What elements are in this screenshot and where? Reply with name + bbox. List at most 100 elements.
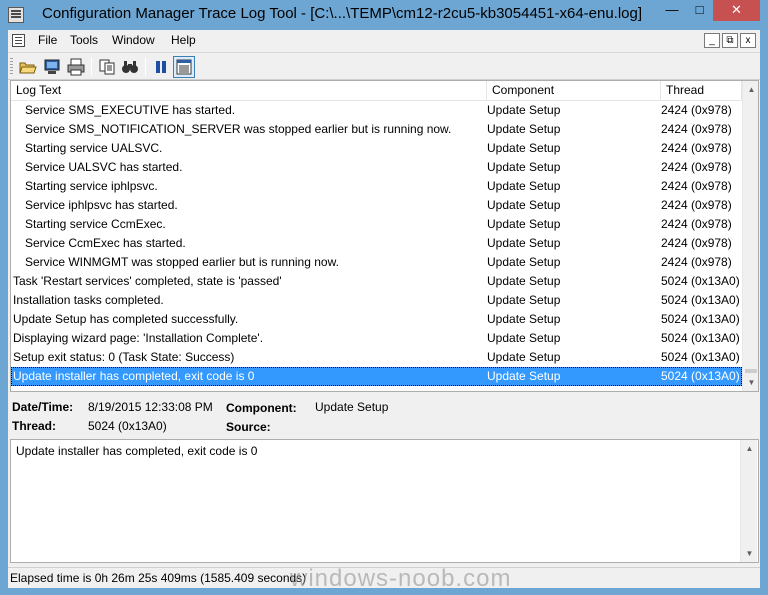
log-rows: Service SMS_EXECUTIVE has started. Update… <box>11 101 742 386</box>
source-label: Source: <box>226 420 271 434</box>
log-row-thread: 5024 (0x13A0) <box>661 293 740 307</box>
log-grid[interactable]: Log Text Component Thread Service SMS_EX… <box>10 80 759 392</box>
log-row[interactable]: Service CcmExec has started. Update Setup… <box>11 234 742 253</box>
highlight-button[interactable] <box>173 56 195 78</box>
log-row-thread: 2424 (0x978) <box>661 122 732 136</box>
log-row-component: Update Setup <box>487 369 561 383</box>
datetime-value: 8/19/2015 12:33:08 PM <box>88 400 213 414</box>
title-bar[interactable]: Configuration Manager Trace Log Tool - [… <box>0 0 768 30</box>
column-header-component[interactable]: Component <box>487 81 661 101</box>
log-row-component: Update Setup <box>487 122 561 136</box>
open-button[interactable] <box>17 56 39 78</box>
menu-window[interactable]: Window <box>112 33 155 47</box>
log-row[interactable]: Displaying wizard page: 'Installation Co… <box>11 329 742 348</box>
log-row[interactable]: Service iphlpsvc has started. Update Setu… <box>11 196 742 215</box>
log-row-thread: 2424 (0x978) <box>661 198 732 212</box>
log-row-thread: 2424 (0x978) <box>661 141 732 155</box>
message-scroll-down-button[interactable]: ▼ <box>741 545 758 562</box>
log-row[interactable]: Task 'Restart services' completed, state… <box>11 272 742 291</box>
log-row-thread: 5024 (0x13A0) <box>661 331 740 345</box>
log-row[interactable]: Starting service CcmExec. Update Setup 242… <box>11 215 742 234</box>
log-row-thread: 5024 (0x13A0) <box>661 369 740 383</box>
menu-window-label: Window <box>112 33 155 47</box>
scroll-thumb[interactable] <box>745 369 757 373</box>
log-row-text: Service iphlpsvc has started. <box>25 198 178 212</box>
maximize-button[interactable]: □ <box>686 0 713 21</box>
window-frame: Configuration Manager Trace Log Tool - [… <box>0 0 768 595</box>
log-row[interactable]: Service SMS_NOTIFICATION_SERVER was stop… <box>11 120 742 139</box>
close-button[interactable]: ✕ <box>713 0 760 21</box>
log-header: Log Text Component Thread <box>11 81 742 101</box>
open-remote-button[interactable] <box>41 56 63 78</box>
find-icon <box>122 61 138 73</box>
column-header-log-text[interactable]: Log Text <box>11 81 487 101</box>
thread-label: Thread: <box>12 419 57 433</box>
log-row-component: Update Setup <box>487 255 561 269</box>
mdi-restore-button[interactable]: ⧉ <box>722 33 738 48</box>
message-text: Update installer has completed, exit cod… <box>16 444 258 458</box>
toolbar-separator <box>91 58 92 76</box>
log-row-component: Update Setup <box>487 312 561 326</box>
log-row-component: Update Setup <box>487 160 561 174</box>
toolbar-separator <box>145 58 146 76</box>
log-row-thread: 2424 (0x978) <box>661 160 732 174</box>
log-row-component: Update Setup <box>487 179 561 193</box>
log-row[interactable]: Service WINMGMT was stopped earlier but … <box>11 253 742 272</box>
message-box[interactable]: Update installer has completed, exit cod… <box>10 439 759 563</box>
pause-button[interactable] <box>150 56 172 78</box>
watermark: windows-noob.com <box>290 565 512 592</box>
datetime-label: Date/Time: <box>12 400 74 414</box>
log-row[interactable]: Service UALSVC has started. Update Setup 2… <box>11 158 742 177</box>
menu-tools-label: Tools <box>70 33 99 47</box>
scroll-up-button[interactable]: ▲ <box>743 81 758 98</box>
mdi-close-button[interactable]: x <box>740 33 756 48</box>
log-row-component: Update Setup <box>487 198 561 212</box>
menu-tools[interactable]: Tools <box>70 33 98 47</box>
log-row[interactable]: Update Setup has completed successfully.… <box>11 310 742 329</box>
scroll-down-button[interactable]: ▼ <box>743 374 758 391</box>
menu-file-label: File <box>38 33 58 47</box>
highlight-icon <box>176 59 192 75</box>
log-row-thread: 5024 (0x13A0) <box>661 350 740 364</box>
log-row-component: Update Setup <box>487 274 561 288</box>
log-scrollbar[interactable]: ▲ ▼ <box>742 81 758 391</box>
log-row-component: Update Setup <box>487 217 561 231</box>
message-scrollbar[interactable]: ▲ ▼ <box>740 440 757 562</box>
log-row-thread: 2424 (0x978) <box>661 217 732 231</box>
app-icon[interactable] <box>8 7 24 23</box>
menu-help[interactable]: Help <box>171 33 196 47</box>
log-row-text: Setup exit status: 0 (Task State: Succes… <box>13 350 235 364</box>
log-row[interactable]: Starting service UALSVC. Update Setup 2424… <box>11 139 742 158</box>
message-scroll-up-button[interactable]: ▲ <box>741 440 758 457</box>
log-row[interactable]: Update installer has completed, exit cod… <box>11 367 742 386</box>
log-row-text: Installation tasks completed. <box>13 293 164 307</box>
log-row-thread: 2424 (0x978) <box>661 255 732 269</box>
copy-button[interactable] <box>96 56 118 78</box>
log-row-text: Service SMS_EXECUTIVE has started. <box>25 103 236 117</box>
log-row-text: Starting service UALSVC. <box>25 141 163 155</box>
toolbar-grip[interactable] <box>10 58 13 76</box>
thread-value: 5024 (0x13A0) <box>88 419 167 433</box>
client-area: File Tools Window Help _ ⧉ x Log Text Co… <box>8 30 760 588</box>
log-row[interactable]: Setup exit status: 0 (Task State: Succes… <box>11 348 742 367</box>
minimize-button[interactable]: — <box>658 0 686 21</box>
log-row-component: Update Setup <box>487 141 561 155</box>
menu-file[interactable]: File <box>38 33 57 47</box>
log-row[interactable]: Service SMS_EXECUTIVE has started. Update… <box>11 101 742 120</box>
menu-bar: File Tools Window Help _ ⧉ x <box>8 30 760 52</box>
status-text: Elapsed time is 0h 26m 25s 409ms (1585.4… <box>10 571 307 585</box>
log-row[interactable]: Installation tasks completed. Update Setu… <box>11 291 742 310</box>
find-button[interactable] <box>119 56 141 78</box>
log-row-component: Update Setup <box>487 236 561 250</box>
log-row-text: Service UALSVC has started. <box>25 160 183 174</box>
mdi-minimize-button[interactable]: _ <box>704 33 720 48</box>
toolbar <box>8 52 760 80</box>
log-row[interactable]: Starting service iphlpsvc. Update Setup 24… <box>11 177 742 196</box>
log-row-text: Displaying wizard page: 'Installation Co… <box>13 331 264 345</box>
log-row-component: Update Setup <box>487 103 561 117</box>
print-button[interactable] <box>65 56 87 78</box>
document-icon[interactable] <box>12 34 25 47</box>
column-header-thread[interactable]: Thread <box>661 81 742 101</box>
log-row-thread: 2424 (0x978) <box>661 179 732 193</box>
copy-icon <box>99 59 115 75</box>
